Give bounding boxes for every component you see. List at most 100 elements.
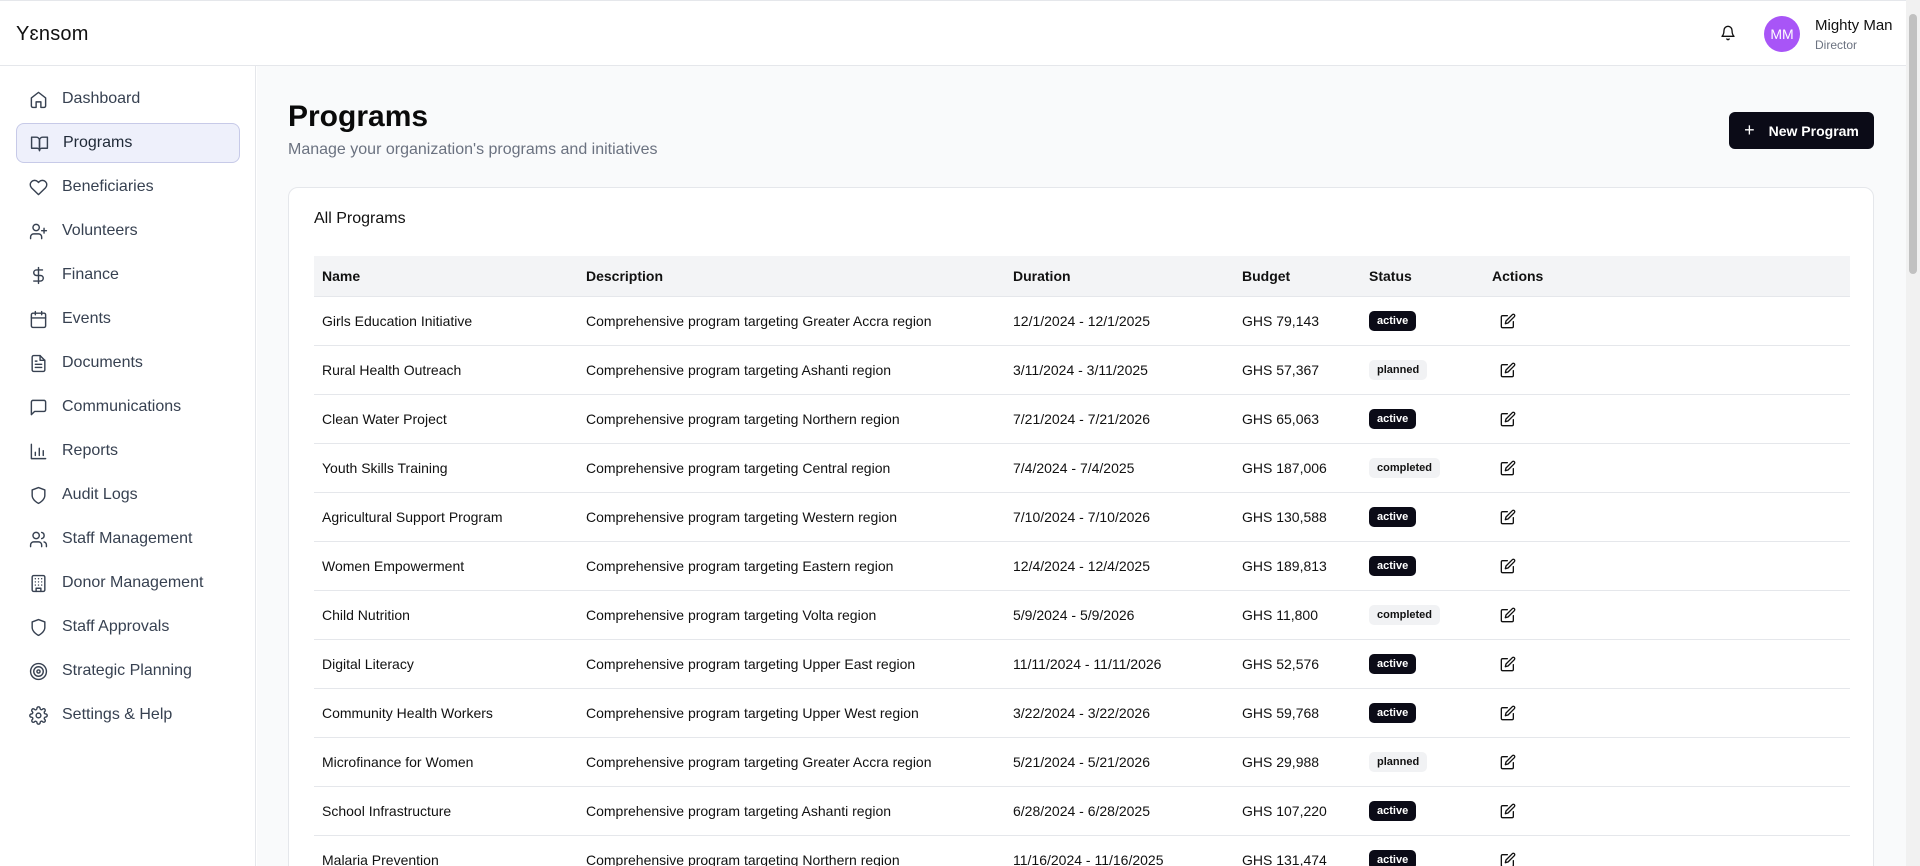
program-description: Comprehensive program targeting Eastern … — [578, 541, 1005, 591]
table-row[interactable]: Malaria Prevention Comprehensive program … — [314, 835, 1850, 866]
sidebar-item-audit-logs[interactable]: Audit Logs — [16, 475, 240, 515]
table-row[interactable]: Child Nutrition Comprehensive program tar… — [314, 590, 1850, 640]
table-row[interactable]: School Infrastructure Comprehensive progr… — [314, 786, 1850, 836]
edit-icon[interactable] — [1496, 799, 1520, 823]
edit-icon[interactable] — [1496, 848, 1520, 866]
new-program-label: New Program — [1768, 122, 1859, 139]
sidebar-item-documents[interactable]: Documents — [16, 343, 240, 383]
sidebar-item-label: Programs — [63, 134, 133, 151]
program-description: Comprehensive program targeting Greater … — [578, 296, 1005, 346]
program-name: Digital Literacy — [314, 639, 578, 689]
table-row[interactable]: Community Health Workers Comprehensive pr… — [314, 688, 1850, 738]
column-header-name[interactable]: Name — [314, 256, 578, 297]
new-program-button[interactable]: + New Program — [1729, 112, 1874, 149]
sidebar-item-beneficiaries[interactable]: Beneficiaries — [16, 167, 240, 207]
sidebar-item-programs[interactable]: Programs — [16, 123, 240, 163]
edit-icon[interactable] — [1496, 701, 1520, 725]
status-badge: active — [1369, 800, 1417, 821]
sidebar-item-staff-management[interactable]: Staff Management — [16, 519, 240, 559]
program-duration: 3/11/2024 - 3/11/2025 — [1005, 345, 1234, 395]
sidebar-item-events[interactable]: Events — [16, 299, 240, 339]
program-budget: GHS 189,813 — [1234, 541, 1361, 591]
program-duration: 7/21/2024 - 7/21/2026 — [1005, 394, 1234, 444]
status-badge: completed — [1369, 457, 1441, 478]
sidebar-item-label: Strategic Planning — [62, 662, 192, 679]
dollar-icon — [28, 265, 48, 285]
sidebar-item-settings-help[interactable]: Settings & Help — [16, 695, 240, 735]
edit-icon[interactable] — [1496, 309, 1520, 333]
edit-icon[interactable] — [1496, 358, 1520, 382]
status-cell: active — [1361, 296, 1484, 346]
table-header-row: Name Description Duration Budget Status … — [314, 256, 1850, 297]
program-budget: GHS 79,143 — [1234, 296, 1361, 346]
status-cell: active — [1361, 492, 1484, 542]
sidebar-item-communications[interactable]: Communications — [16, 387, 240, 427]
program-description: Comprehensive program targeting Northern… — [578, 835, 1005, 866]
actions-cell — [1484, 590, 1850, 640]
edit-icon[interactable] — [1496, 505, 1520, 529]
shield-icon — [28, 617, 48, 637]
sidebar-item-donor-management[interactable]: Donor Management — [16, 563, 240, 603]
program-budget: GHS 57,367 — [1234, 345, 1361, 395]
table-row[interactable]: Digital Literacy Comprehensive program ta… — [314, 639, 1850, 689]
bell-icon[interactable] — [1716, 21, 1740, 45]
edit-icon[interactable] — [1496, 652, 1520, 676]
table-row[interactable]: Girls Education Initiative Comprehensive … — [314, 296, 1850, 346]
status-cell: active — [1361, 394, 1484, 444]
sidebar-item-label: Reports — [62, 442, 119, 459]
edit-icon[interactable] — [1496, 407, 1520, 431]
app-logo[interactable]: Yɛnsom — [16, 23, 89, 46]
status-cell: planned — [1361, 345, 1484, 395]
table-row[interactable]: Agricultural Support Program Comprehensiv… — [314, 492, 1850, 542]
sidebar-item-volunteers[interactable]: Volunteers — [16, 211, 240, 251]
status-badge: active — [1369, 555, 1417, 576]
sidebar-item-staff-approvals[interactable]: Staff Approvals — [16, 607, 240, 647]
shield-icon — [28, 485, 48, 505]
users-icon — [28, 529, 48, 549]
sidebar-item-label: Settings & Help — [62, 706, 173, 723]
status-badge: planned — [1369, 751, 1428, 772]
gear-icon — [28, 705, 48, 725]
edit-icon[interactable] — [1496, 603, 1520, 627]
actions-cell — [1484, 737, 1850, 787]
sidebar-item-dashboard[interactable]: Dashboard — [16, 79, 240, 119]
program-budget: GHS 131,474 — [1234, 835, 1361, 866]
sidebar-item-label: Staff Management — [62, 530, 193, 547]
edit-icon[interactable] — [1496, 750, 1520, 774]
program-duration: 12/4/2024 - 12/4/2025 — [1005, 541, 1234, 591]
table-row[interactable]: Clean Water Project Comprehensive program… — [314, 394, 1850, 444]
column-header-duration[interactable]: Duration — [1005, 256, 1234, 297]
status-cell: active — [1361, 786, 1484, 836]
column-header-status[interactable]: Status — [1361, 256, 1484, 297]
edit-icon[interactable] — [1496, 554, 1520, 578]
program-name: Women Empowerment — [314, 541, 578, 591]
status-cell: completed — [1361, 443, 1484, 493]
status-cell: planned — [1361, 737, 1484, 787]
column-header-budget[interactable]: Budget — [1234, 256, 1361, 297]
edit-icon[interactable] — [1496, 456, 1520, 480]
scrollbar-thumb[interactable] — [1909, 14, 1917, 274]
table-row[interactable]: Rural Health Outreach Comprehensive progr… — [314, 345, 1850, 395]
scrollbar[interactable] — [1906, 0, 1920, 866]
table-row[interactable]: Youth Skills Training Comprehensive progr… — [314, 443, 1850, 493]
program-budget: GHS 29,988 — [1234, 737, 1361, 787]
program-budget: GHS 65,063 — [1234, 394, 1361, 444]
program-name: Malaria Prevention — [314, 835, 578, 866]
table-row[interactable]: Women Empowerment Comprehensive program t… — [314, 541, 1850, 591]
sidebar-item-finance[interactable]: Finance — [16, 255, 240, 295]
actions-cell — [1484, 786, 1850, 836]
message-square-icon — [28, 397, 48, 417]
sidebar-item-reports[interactable]: Reports — [16, 431, 240, 471]
program-duration: 11/16/2024 - 11/16/2025 — [1005, 835, 1234, 866]
card-title: All Programs — [314, 210, 406, 227]
avatar[interactable]: MM — [1764, 16, 1800, 52]
program-duration: 5/9/2024 - 5/9/2026 — [1005, 590, 1234, 640]
sidebar-item-strategic-planning[interactable]: Strategic Planning — [16, 651, 240, 691]
sidebar-item-label: Documents — [62, 354, 143, 371]
actions-cell — [1484, 688, 1850, 738]
program-name: School Infrastructure — [314, 786, 578, 836]
column-header-description[interactable]: Description — [578, 256, 1005, 297]
program-name: Rural Health Outreach — [314, 345, 578, 395]
table-row[interactable]: Microfinance for Women Comprehensive prog… — [314, 737, 1850, 787]
heart-icon — [28, 177, 48, 197]
